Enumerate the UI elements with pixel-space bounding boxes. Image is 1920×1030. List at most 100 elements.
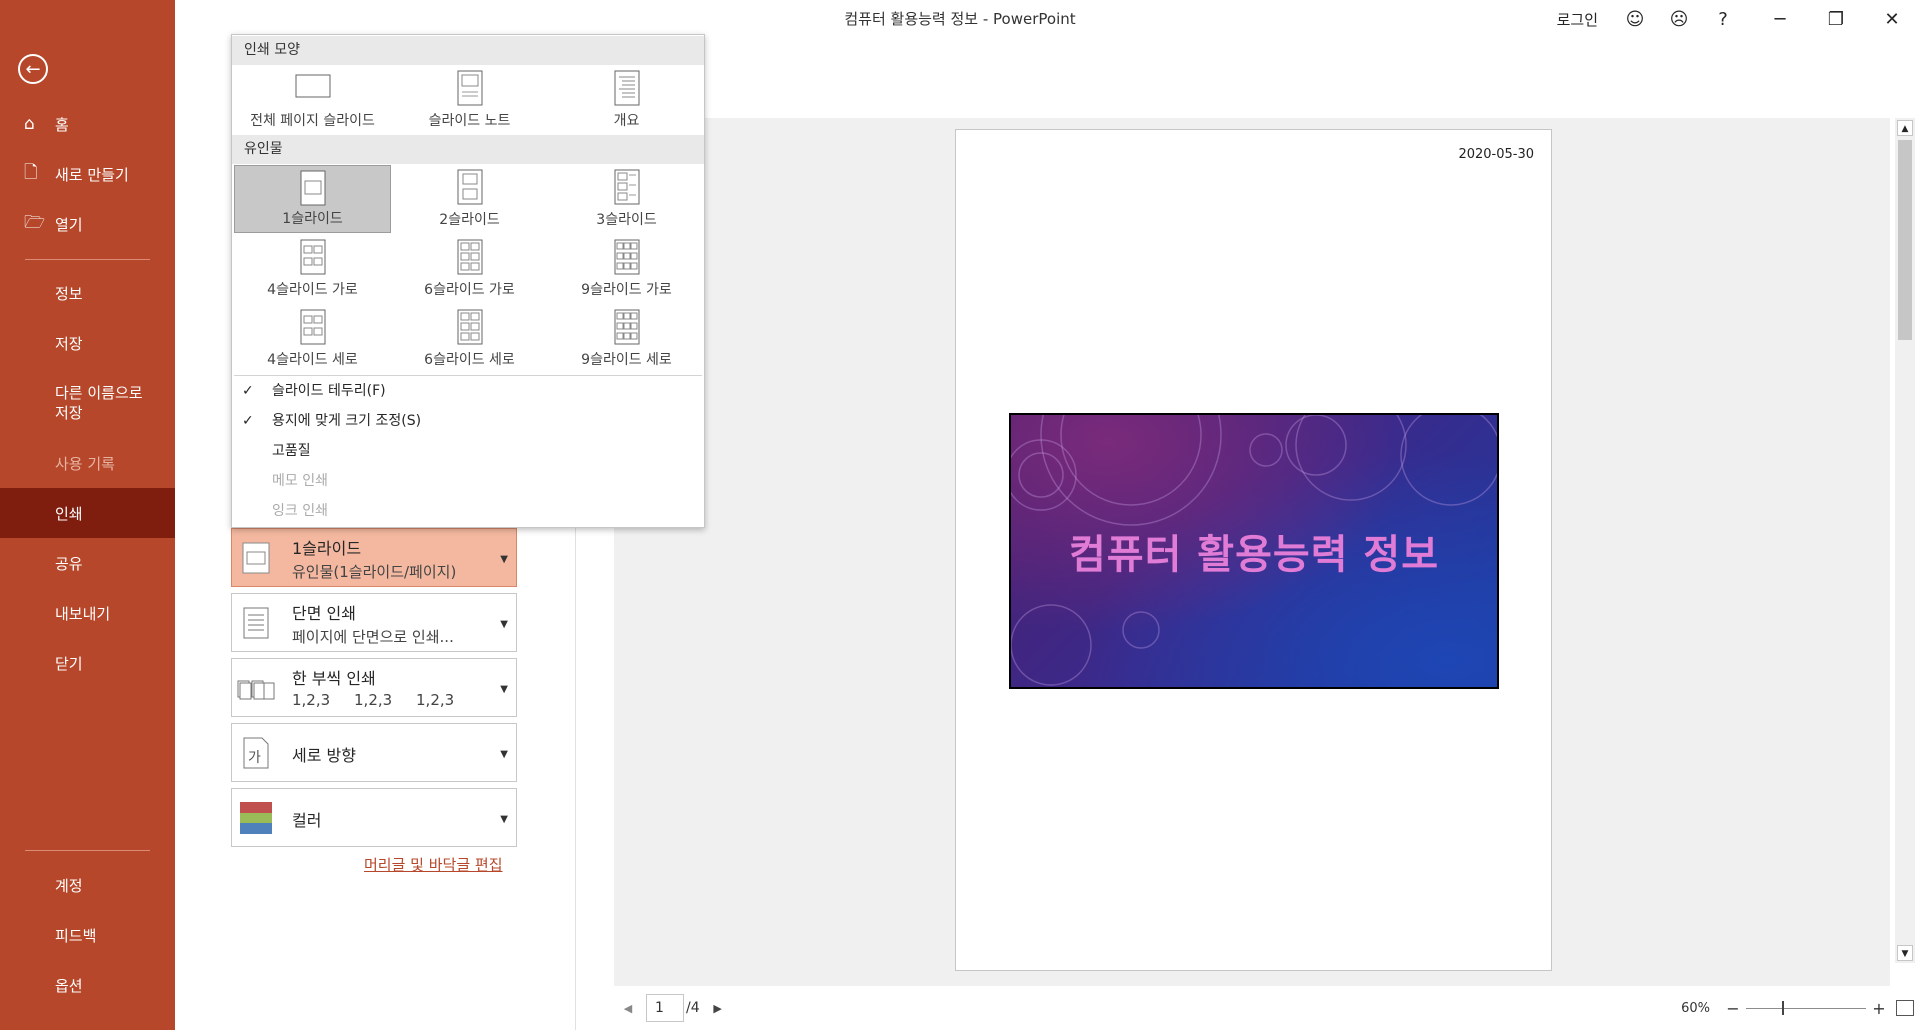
new-file-icon: 🗋 — [24, 162, 38, 183]
layout-setting-subtitle: 유인물(1슬라이드/페이지) — [292, 563, 457, 581]
sidebar-item-history: 사용 기록 — [0, 438, 175, 488]
scroll-down-icon[interactable]: ▼ — [1897, 945, 1913, 961]
vertical-scrollbar[interactable]: ▲ ▼ — [1895, 118, 1915, 963]
sidebar-item-feedback[interactable]: 피드백 — [0, 910, 175, 960]
previous-page-icon[interactable]: ◀ — [620, 1002, 636, 1015]
option-handout-2-slides[interactable]: 2슬라이드 — [391, 165, 548, 233]
sidebar-item-label: 인쇄 — [55, 504, 83, 523]
minimize-icon[interactable]: ─ — [1752, 0, 1808, 38]
option-handout-6-vertical[interactable]: 6슬라이드 세로 — [391, 305, 548, 373]
handout-9-vertical-icon — [614, 309, 639, 345]
option-full-page-slides[interactable]: 전체 페이지 슬라이드 — [234, 66, 391, 134]
option-handout-4-vertical[interactable]: 4슬라이드 세로 — [234, 305, 391, 373]
zoom-out-icon[interactable]: − — [1724, 999, 1742, 1018]
sidebar-item-label: 내보내기 — [55, 604, 111, 623]
option-high-quality[interactable]: 고품질 — [232, 436, 704, 466]
zoom-slider-knob[interactable] — [1782, 1000, 1784, 1015]
option-handout-6-horizontal[interactable]: 6슬라이드 가로 — [391, 235, 548, 303]
frown-icon[interactable]: ☹ — [1664, 4, 1694, 34]
chevron-down-icon: ▼ — [500, 619, 508, 630]
fit-to-window-icon[interactable] — [1896, 1000, 1914, 1016]
sidebar-item-label: 닫기 — [55, 654, 83, 673]
handout-6-horizontal-icon — [457, 239, 482, 275]
option-handout-3-slides[interactable]: 3슬라이드 — [548, 165, 705, 233]
sides-setting-subtitle: 페이지에 단면으로 인쇄... — [292, 628, 454, 646]
sidebar-item-home[interactable]: ⌂ 홈 — [0, 99, 175, 149]
sidebar-item-info[interactable]: 정보 — [0, 268, 175, 318]
portrait-orientation-icon: 가 — [243, 737, 269, 769]
option-frame-slides[interactable]: ✓ 슬라이드 테두리(F) — [232, 376, 704, 406]
page-date: 2020-05-30 — [1458, 147, 1534, 162]
option-label: 9슬라이드 세로 — [581, 352, 672, 368]
header-footer-link[interactable]: 머리글 및 바닥글 편집 — [364, 854, 503, 875]
color-setting[interactable]: 컬러 ▼ — [231, 788, 517, 847]
handout-2-slides-icon — [457, 169, 482, 205]
option-handout-9-horizontal[interactable]: 9슬라이드 가로 — [548, 235, 705, 303]
open-folder-icon: 🗁 — [24, 212, 46, 233]
option-print-ink: 잉크 인쇄 — [232, 496, 704, 526]
zoom-in-icon[interactable]: + — [1870, 999, 1888, 1018]
option-handout-9-vertical[interactable]: 9슬라이드 세로 — [548, 305, 705, 373]
option-notes-pages[interactable]: 슬라이드 노트 — [391, 66, 548, 134]
option-label: 2슬라이드 — [439, 212, 500, 228]
option-handout-1-slide[interactable]: 1슬라이드 — [234, 165, 391, 233]
next-page-icon[interactable]: ▶ — [710, 1002, 726, 1015]
zoom-slider[interactable] — [1746, 1000, 1866, 1015]
layout-setting[interactable]: 1슬라이드 유인물(1슬라이드/페이지) ▼ — [231, 528, 517, 587]
sidebar-item-export[interactable]: 내보내기 — [0, 588, 175, 638]
sidebar-item-label: 열기 — [55, 215, 83, 234]
sidebar-item-print[interactable]: 인쇄 — [0, 488, 175, 538]
titlebar-controls: 로그인 ☺ ☹ ? ─ ❐ ✕ — [1557, 0, 1920, 38]
one-sided-icon — [243, 607, 269, 639]
login-link[interactable]: 로그인 — [1557, 9, 1598, 30]
sidebar-item-label: 다른 이름으로 저장 — [55, 384, 143, 422]
page-number-input[interactable]: 1 — [646, 994, 684, 1022]
sidebar-item-save[interactable]: 저장 — [0, 318, 175, 368]
sidebar-item-label: 피드백 — [55, 926, 97, 945]
zoom-control: 60% − + — [1681, 996, 1914, 1020]
sidebar-item-options[interactable]: 옵션 — [0, 960, 175, 1010]
handout-3-slides-icon — [614, 169, 639, 205]
sidebar-item-account[interactable]: 계정 — [0, 860, 175, 910]
scroll-thumb[interactable] — [1898, 140, 1912, 340]
home-icon: ⌂ — [24, 114, 35, 134]
option-handout-4-horizontal[interactable]: 4슬라이드 가로 — [234, 235, 391, 303]
help-icon[interactable]: ? — [1708, 4, 1738, 34]
scroll-up-icon[interactable]: ▲ — [1897, 120, 1913, 136]
orientation-setting[interactable]: 가 세로 방향 ▼ — [231, 723, 517, 782]
collate-setting-subtitle: 1,2,3 1,2,3 1,2,3 — [292, 691, 455, 709]
smile-icon[interactable]: ☺ — [1620, 4, 1650, 34]
zoom-level[interactable]: 60% — [1681, 1001, 1710, 1016]
option-label: 메모 인쇄 — [272, 473, 328, 489]
sidebar-item-save-as[interactable]: 다른 이름으로 저장 — [0, 378, 175, 428]
option-label: 4슬라이드 가로 — [267, 282, 358, 298]
slide-title: 컴퓨터 활용능력 정보 — [1068, 532, 1440, 578]
option-label: 6슬라이드 가로 — [424, 282, 515, 298]
restore-icon[interactable]: ❐ — [1808, 0, 1864, 38]
sidebar-item-label: 사용 기록 — [55, 454, 115, 473]
option-label: 1슬라이드 — [282, 211, 343, 227]
option-scale-to-fit[interactable]: ✓ 용지에 맞게 크기 조정(S) — [232, 406, 704, 436]
option-label: 슬라이드 테두리(F) — [272, 383, 386, 399]
collate-setting[interactable]: 한 부씩 인쇄 1,2,3 1,2,3 1,2,3 ▼ — [231, 658, 517, 717]
sidebar-item-open[interactable]: 🗁 열기 — [0, 199, 175, 249]
handout-9-horizontal-icon — [614, 239, 639, 275]
sides-setting[interactable]: 단면 인쇄 페이지에 단면으로 인쇄... ▼ — [231, 593, 517, 652]
close-icon[interactable]: ✕ — [1864, 0, 1920, 38]
nav-divider — [25, 259, 150, 260]
option-label: 3슬라이드 — [596, 212, 657, 228]
color-swatch-icon — [240, 802, 272, 835]
print-layouts-header: 인쇄 모양 — [232, 36, 704, 65]
sidebar-item-share[interactable]: 공유 — [0, 538, 175, 588]
option-outline[interactable]: 개요 — [548, 66, 705, 134]
option-label: 6슬라이드 세로 — [424, 352, 515, 368]
collate-setting-title: 한 부씩 인쇄 — [292, 669, 376, 688]
option-label: 용지에 맞게 크기 조정(S) — [272, 413, 422, 429]
option-label: 슬라이드 노트 — [428, 113, 511, 129]
sidebar-item-new[interactable]: 🗋 새로 만들기 — [0, 149, 175, 199]
full-page-slide-icon — [295, 74, 330, 98]
sidebar-item-label: 정보 — [55, 284, 83, 303]
handout-1-slide-icon — [300, 170, 325, 206]
sidebar-item-close[interactable]: 닫기 — [0, 638, 175, 688]
back-arrow-icon[interactable]: ← — [18, 54, 48, 84]
